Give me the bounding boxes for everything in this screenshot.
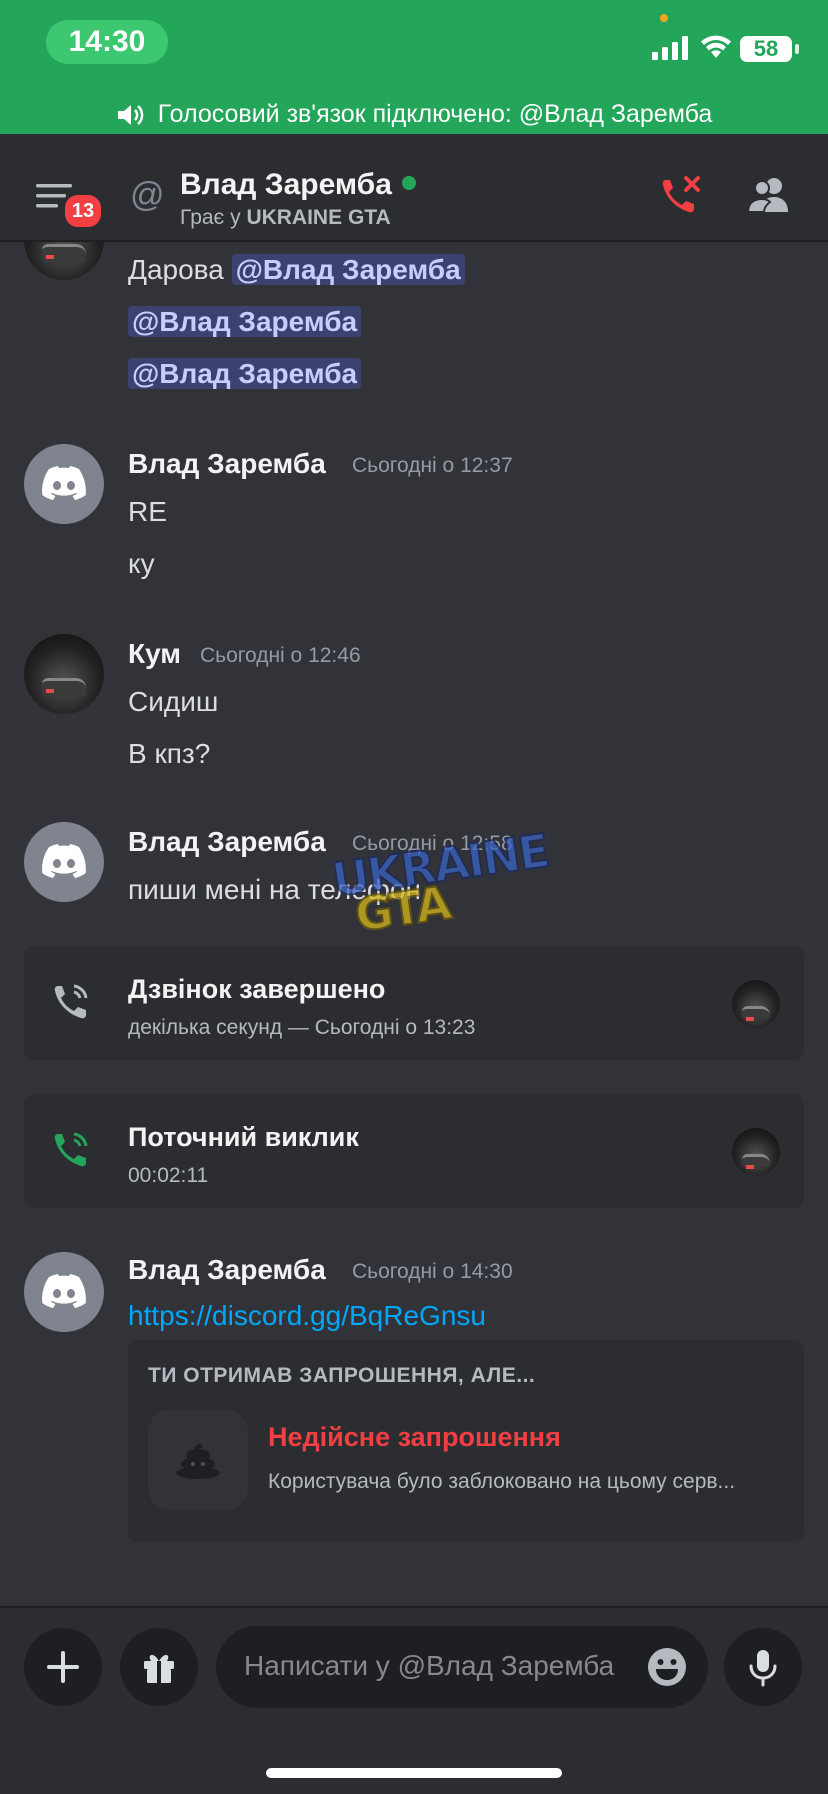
status-bar: 14:30 58 Голосовий зв'язок підключено: @… [0,0,828,134]
cellular-signal-icon [652,36,688,60]
current-call-card[interactable]: Поточний виклик 00:02:11 [24,1094,804,1208]
battery-level: 58 [740,36,792,62]
invite-description: Користувача було заблоковано на цьому се… [268,1470,736,1493]
attach-button[interactable] [24,1628,102,1706]
invite-server-icon [148,1410,248,1510]
message-text: Дарова @Влад Заремба [128,254,465,286]
call-subtitle: декілька секунд — Сьогодні о 13:23 [128,1016,476,1039]
message-text: Сидиш [128,686,219,717]
message-text: RE [128,496,167,527]
avatar-kum[interactable] [24,634,104,714]
discord-logo-icon [42,844,86,878]
call-duration: 00:02:11 [128,1164,209,1187]
discord-logo-icon [42,466,86,500]
avatar-vlad[interactable] [24,444,104,524]
invite-card: ТИ ОТРИМАВ ЗАПРОШЕННЯ, АЛЕ... Недійсне з… [128,1340,804,1542]
voice-message-button[interactable] [724,1628,802,1706]
plus-icon [47,1651,79,1683]
members-icon[interactable] [746,176,790,214]
status-prefix: Грає у [180,206,247,229]
call-title: Поточний виклик [128,1122,359,1152]
privacy-indicator [660,14,668,22]
discord-logo-icon [42,1274,86,1308]
channel-title[interactable]: Влад Заремба [180,168,416,202]
voice-banner-text: Голосовий зв'язок підключено: @Влад Заре… [157,100,713,128]
message-input[interactable]: Написати у @Влад Заремба [216,1626,708,1708]
call-participant-avatar [732,980,780,1028]
message-input-placeholder: Написати у @Влад Заремба [244,1650,615,1681]
mention[interactable]: @Влад Заремба [231,254,465,285]
message-timestamp: Сьогодні о 12:46 [200,644,361,667]
gift-button[interactable] [120,1628,198,1706]
call-ended-card[interactable]: Дзвінок завершено декілька секунд — Сьог… [24,946,804,1060]
invite-title: Недійсне запрошення [268,1422,561,1452]
mention[interactable]: @Влад Заремба [128,306,362,337]
microphone-icon [749,1650,777,1687]
message-text: В кпз? [128,738,211,769]
message-list[interactable]: Дарова @Влад Заремба @Влад Заремба @Влад… [0,242,828,1606]
message-author[interactable]: Влад Заремба [128,1254,326,1286]
message-text: @Влад Заремба [128,358,362,390]
avatar-kum[interactable] [24,242,104,280]
mention[interactable]: @Влад Заремба [128,358,362,389]
call-ended-icon [54,984,88,1019]
status-game: UKRAINE GTA [246,206,391,229]
avatar-vlad[interactable] [24,822,104,902]
message-text: @Влад Заремба [128,306,362,338]
hangup-icon[interactable] [658,174,702,218]
call-title: Дзвінок завершено [128,974,386,1004]
speaker-icon [117,105,144,125]
voice-connected-banner[interactable]: Голосовий зв'язок підключено: @Влад Заре… [0,96,828,132]
message-timestamp: Сьогодні о 14:30 [352,1260,513,1283]
call-active-icon [54,1132,88,1167]
message-timestamp: Сьогодні о 12:37 [352,454,513,477]
poop-icon [176,1443,220,1479]
message-text: ку [128,548,155,579]
emoji-icon[interactable] [646,1646,688,1688]
channel-title-text: Влад Заремба [180,168,392,201]
wifi-icon [701,35,731,58]
online-status-icon [401,176,416,190]
message-author[interactable]: Влад Заремба [128,448,326,480]
at-icon: @ [130,176,165,214]
status-time[interactable]: 14:30 [46,20,168,64]
battery-nub [795,44,799,54]
gift-icon [144,1654,174,1683]
invite-link[interactable]: https://discord.gg/BqReGnsu [128,1300,486,1332]
call-participant-avatar [732,1128,780,1176]
unread-badge: 13 [62,192,104,230]
message-author[interactable]: Кум [128,638,181,670]
channel-status: Грає у UKRAINE GTA [180,206,391,230]
channel-header: 13 @ Влад Заремба Грає у UKRAINE GTA [0,134,828,242]
message-composer: Написати у @Влад Заремба [0,1606,828,1794]
message-author[interactable]: Влад Заремба [128,826,326,858]
avatar-vlad[interactable] [24,1252,104,1332]
home-indicator[interactable] [266,1768,562,1778]
invite-header: ТИ ОТРИМАВ ЗАПРОШЕННЯ, АЛЕ... [148,1364,536,1387]
